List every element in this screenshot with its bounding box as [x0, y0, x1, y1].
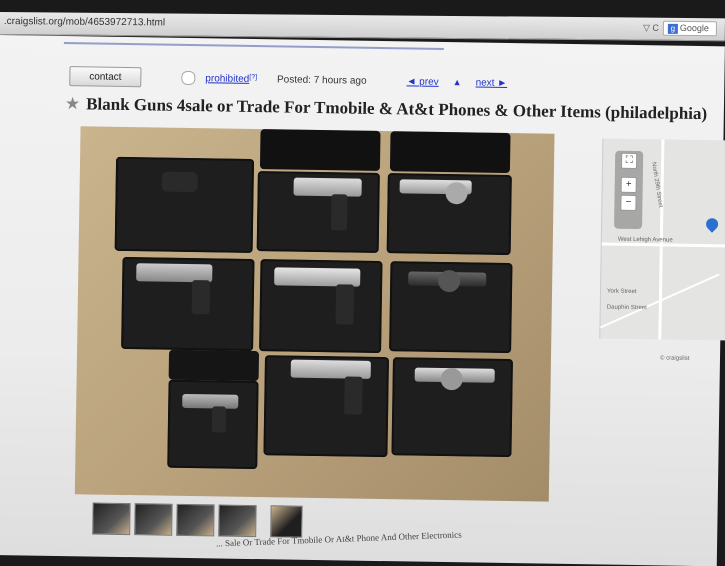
search-placeholder: Google — [679, 22, 709, 34]
posting-title-row: ★ Blank Guns 4sale or Trade For Tmobile … — [65, 94, 708, 124]
thumbnail-4[interactable] — [218, 504, 257, 538]
craigslist-page: contact prohibited[?] Posted: 7 hours ag… — [0, 32, 725, 566]
pistol-grip — [330, 194, 348, 231]
gun-case — [263, 355, 389, 458]
case-lid — [259, 129, 381, 171]
case-lid — [168, 349, 260, 382]
thumbnail-1[interactable] — [92, 502, 131, 536]
gun-case — [114, 156, 255, 253]
browser-toolbar-right: ▽ C g Google — [643, 20, 717, 37]
contact-button[interactable]: contact — [69, 66, 142, 88]
prohibited-help-link[interactable]: [?] — [249, 73, 257, 80]
reload-button[interactable]: ▽ C — [643, 23, 659, 34]
posted-time: Posted: 7 hours ago — [276, 73, 367, 87]
gun-case — [389, 261, 513, 354]
location-map[interactable]: ⛶ + − North 29th Street West Lehigh Aven… — [599, 138, 725, 362]
next-link[interactable]: next ► — [476, 77, 508, 88]
gun-case — [256, 171, 380, 253]
pistol-grip — [344, 376, 363, 415]
prev-next-nav: ◄ prev ▲ next ► — [406, 76, 507, 89]
up-arrow-link[interactable]: ▲ — [453, 77, 462, 88]
posting-toolbar: contact prohibited[?] Posted: 7 hours ag… — [69, 66, 507, 93]
pistol-grip — [211, 406, 227, 433]
map-pin-icon[interactable] — [703, 215, 721, 233]
revolver-cylinder — [440, 367, 463, 391]
pistol-grip — [191, 280, 211, 315]
thumbnail-5[interactable] — [270, 505, 303, 538]
gun-case — [259, 259, 383, 354]
pistol-small — [182, 393, 239, 409]
search-box[interactable]: g Google — [662, 20, 717, 37]
main-listing-photo[interactable] — [74, 126, 555, 502]
gun-case — [391, 357, 513, 458]
url-text[interactable]: .craigslist.org/mob/4653972713.html — [4, 16, 165, 28]
map-street-label: York Street — [606, 288, 637, 296]
map-street-label: Dauphin Street — [606, 304, 647, 312]
prohibited-link[interactable]: prohibited — [205, 73, 249, 85]
thumbnail-strip — [92, 502, 303, 538]
revolver-cylinder — [445, 182, 468, 205]
case-handle-slot — [161, 171, 198, 193]
pistol-grip — [335, 284, 355, 325]
map-fullscreen-button[interactable]: ⛶ — [620, 152, 638, 170]
case-lid — [389, 131, 511, 174]
revolver-cylinder — [438, 269, 461, 293]
prohibited-flag-checkbox[interactable] — [181, 70, 196, 86]
posting-title: Blank Guns 4sale or Trade For Tmobile & … — [86, 94, 708, 124]
map-credit: © craigslist — [659, 355, 690, 362]
gun-case — [386, 173, 512, 256]
thumbnail-2[interactable] — [134, 503, 173, 536]
gun-case — [121, 256, 255, 352]
map-street-label: West Lehigh Avenue — [617, 236, 673, 244]
gun-case — [167, 379, 259, 470]
star-icon[interactable]: ★ — [65, 94, 81, 114]
google-icon: g — [667, 23, 678, 34]
thumbnail-3[interactable] — [176, 503, 215, 537]
pistol-silver — [293, 177, 362, 197]
prev-link[interactable]: ◄ prev — [406, 76, 438, 88]
map-zoom-in-button[interactable]: + — [620, 176, 637, 194]
map-zoom-out-button[interactable]: − — [620, 194, 637, 212]
